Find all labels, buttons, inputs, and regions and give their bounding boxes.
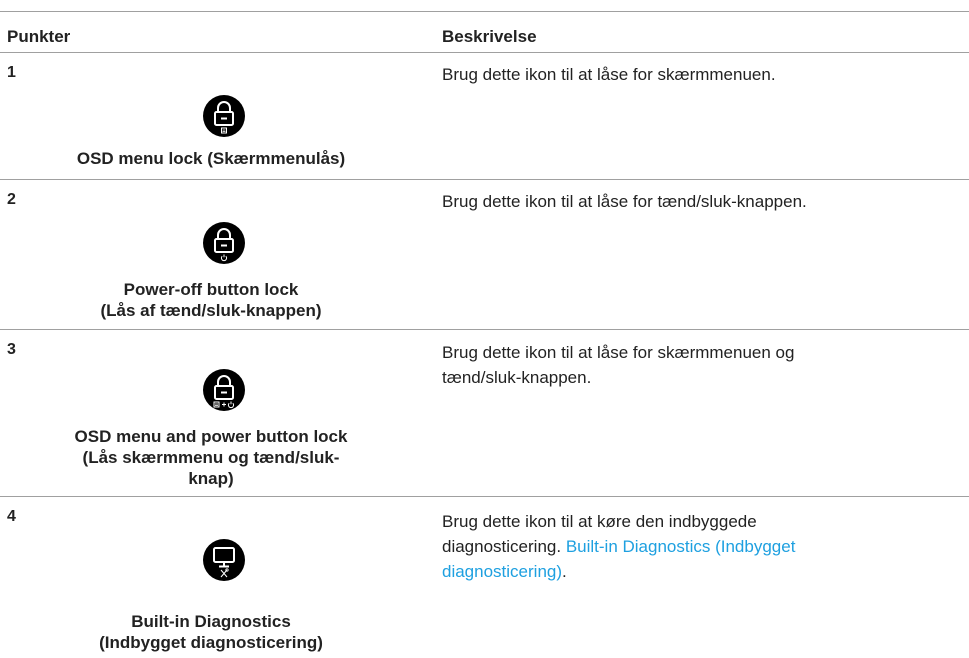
osd-power-lock-icon — [203, 369, 245, 411]
column-header-items: Punkter — [7, 27, 71, 46]
row-1-rule — [0, 179, 969, 180]
row-number: 3 — [7, 341, 16, 358]
row-number: 2 — [7, 191, 16, 208]
row-description: Brug dette ikon til at låse for skærmmen… — [442, 343, 795, 387]
row-label: OSD menu and power button lock (Lås skær… — [74, 427, 348, 488]
header-rule — [0, 52, 969, 53]
power-lock-icon — [203, 222, 245, 264]
row-3-rule — [0, 496, 969, 497]
row-2-rule — [0, 329, 969, 330]
row-label: OSD menu lock (Skærmmenulås) — [76, 149, 346, 168]
row-label: Built-in Diagnostics (Indbygget diagnost… — [99, 612, 323, 652]
diagnostics-icon — [203, 539, 245, 581]
row-number: 4 — [7, 508, 16, 525]
row-description: Brug dette ikon til at låse for skærmmen… — [442, 65, 776, 84]
row-label: Power-off button lock (Lås af tænd/sluk-… — [100, 280, 322, 320]
built-in-diagnostics-link-cont[interactable]: diagnosticering) — [442, 562, 562, 581]
osd-lock-icon — [203, 95, 245, 137]
row-number: 1 — [7, 64, 16, 81]
row-description: Brug dette ikon til at køre den indbygge… — [442, 512, 796, 581]
column-header-description: Beskrivelse — [442, 27, 537, 46]
table-top-rule — [0, 11, 969, 12]
row-description: Brug dette ikon til at låse for tænd/slu… — [442, 192, 807, 211]
built-in-diagnostics-link[interactable]: Built-in Diagnostics (Indbygget — [566, 537, 796, 556]
